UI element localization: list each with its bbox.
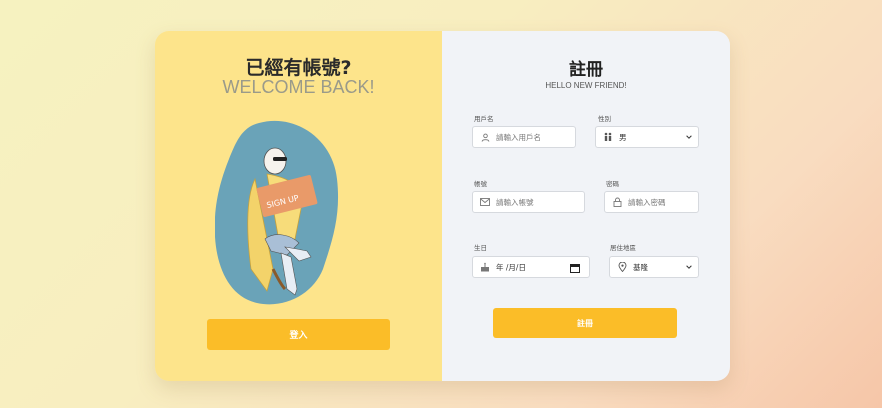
birthday-value: 年 /月/日 [496,262,526,272]
username-input[interactable]: 請輸入用戶名 [472,126,576,148]
username-placeholder: 請輸入用戶名 [496,132,541,142]
people-icon [603,132,613,142]
login-subtitle: WELCOME BACK! [222,77,375,97]
account-placeholder: 請輸入帳號 [496,197,534,207]
chevron-down-icon [686,135,692,139]
gender-label: 性別 [598,115,611,123]
region-label: 居住地區 [610,244,636,252]
login-button[interactable]: 登入 [207,319,390,350]
birthday-input[interactable]: 年 /月/日 [472,256,590,278]
password-placeholder: 請輸入密碼 [628,197,666,207]
account-input[interactable]: 請輸入帳號 [472,191,585,213]
gender-value: 男 [619,132,627,142]
register-panel: 註冊 HELLO NEW FRIEND! 用戶名 請輸入用戶名 性別 男 帳號 … [442,31,730,381]
calendar-icon[interactable] [570,263,580,273]
gender-select[interactable]: 男 [595,126,699,148]
location-pin-icon [617,262,627,272]
username-label: 用戶名 [474,115,494,123]
password-input[interactable]: 請輸入密碼 [604,191,699,213]
register-button[interactable]: 註冊 [493,308,677,338]
region-select[interactable]: 基隆 [609,256,699,278]
mail-icon [480,197,490,207]
auth-card: 已經有帳號? WELCOME BACK! SIGN UP 登入 註冊 HELLO… [155,31,730,381]
lock-icon [612,197,622,207]
login-title: 已經有帳號? [245,57,352,79]
register-subtitle: HELLO NEW FRIEND! [545,81,627,90]
cake-icon [480,262,490,272]
password-label: 密碼 [606,180,619,188]
region-value: 基隆 [633,262,648,272]
chevron-down-icon [686,265,692,269]
user-icon [480,132,490,142]
account-label: 帳號 [474,180,487,188]
sign-up-illustration: SIGN UP [215,120,339,305]
birthday-label: 生日 [474,244,487,252]
register-title: 註冊 [569,60,603,80]
login-panel: 已經有帳號? WELCOME BACK! SIGN UP 登入 [155,31,442,381]
